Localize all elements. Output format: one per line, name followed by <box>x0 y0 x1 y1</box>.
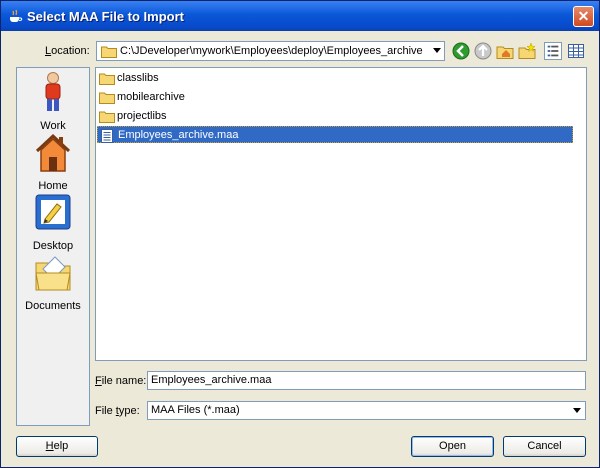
place-label: Documents <box>25 300 81 312</box>
file-icon <box>101 129 113 143</box>
new-folder-icon[interactable] <box>518 42 536 60</box>
location-label: Location: <box>45 45 90 57</box>
open-button[interactable]: Open <box>411 436 494 457</box>
file-name-field[interactable]: Employees_archive.maa <box>147 371 586 390</box>
file-list[interactable]: classlibs mobilearchive projectlibs Empl… <box>95 67 587 361</box>
cancel-button[interactable]: Cancel <box>503 436 586 457</box>
place-work[interactable]: Work <box>17 71 89 132</box>
details-view-icon[interactable] <box>567 42 585 60</box>
item-name: Employees_archive.maa <box>118 129 239 141</box>
file-name-label: File name: <box>95 375 147 387</box>
places-bar: Work Home Desktop Documents <box>16 67 90 426</box>
file-type-label: File type: <box>95 405 140 417</box>
home-folder-icon[interactable] <box>496 42 514 60</box>
up-folder-icon[interactable] <box>474 42 492 60</box>
desktop-icon <box>35 194 71 230</box>
place-documents[interactable]: Documents <box>17 251 89 312</box>
item-name: projectlibs <box>117 110 167 122</box>
dialog-title: Select MAA File to Import <box>27 9 184 24</box>
place-home[interactable]: Home <box>17 131 89 192</box>
item-name: classlibs <box>117 72 159 84</box>
title-bar[interactable]: Select MAA File to Import ✕ <box>1 1 599 31</box>
documents-icon <box>35 256 71 291</box>
folder-icon <box>99 111 115 123</box>
close-button[interactable]: ✕ <box>573 6 594 27</box>
java-cup-icon <box>10 9 23 22</box>
location-value: C:\JDeveloper\mywork\Employees\deploy\Em… <box>120 45 423 57</box>
folder-icon <box>101 46 117 58</box>
file-type-value: MAA Files (*.maa) <box>151 404 240 416</box>
folder-icon <box>99 73 115 85</box>
chevron-down-icon[interactable] <box>573 408 581 413</box>
list-item-selected[interactable]: Employees_archive.maa <box>97 126 573 143</box>
home-icon <box>35 133 71 172</box>
file-type-combobox[interactable]: MAA Files (*.maa) <box>147 401 586 420</box>
help-button[interactable]: Help <box>16 436 98 457</box>
place-desktop[interactable]: Desktop <box>17 191 89 252</box>
chevron-down-icon[interactable] <box>433 48 441 53</box>
item-name: mobilearchive <box>117 91 185 103</box>
list-view-icon[interactable] <box>544 42 562 60</box>
close-icon: ✕ <box>577 8 590 24</box>
back-icon[interactable] <box>452 42 470 60</box>
location-combobox[interactable]: C:\JDeveloper\mywork\Employees\deploy\Em… <box>96 41 445 61</box>
work-person-icon <box>45 72 61 111</box>
dialog-window: Select MAA File to Import ✕ Location: C:… <box>0 0 600 468</box>
folder-icon <box>99 92 115 104</box>
